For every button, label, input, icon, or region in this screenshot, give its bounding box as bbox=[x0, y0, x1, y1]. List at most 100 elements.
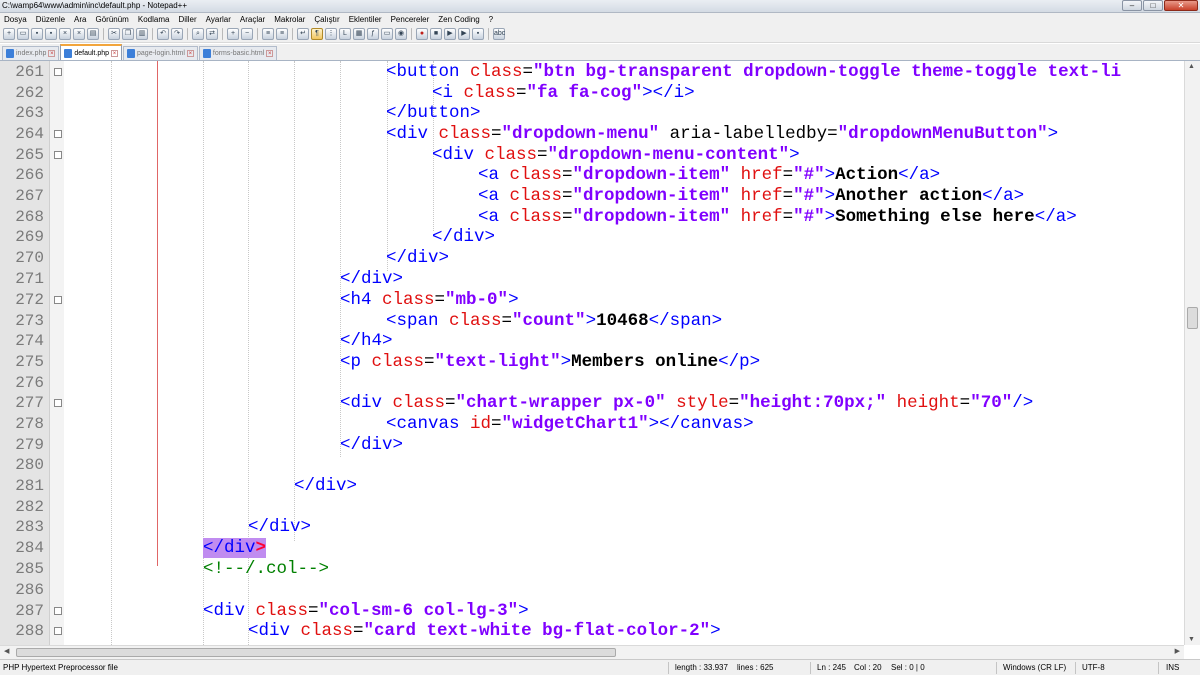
menu-kodlama[interactable]: Kodlama bbox=[138, 15, 170, 24]
html-comment: <!--/.col--> bbox=[203, 559, 330, 579]
code-line-270: 270 </div> bbox=[0, 248, 1184, 269]
scroll-right-icon[interactable]: ▶ bbox=[1175, 647, 1180, 655]
tab-close-icon[interactable]: × bbox=[266, 50, 274, 57]
record-macro-icon[interactable]: ● bbox=[416, 28, 428, 40]
play-multiple-icon[interactable]: ▶ bbox=[458, 28, 470, 40]
save-macro-icon[interactable]: ▪ bbox=[472, 28, 484, 40]
tag-close: ></i> bbox=[642, 83, 695, 103]
minimize-button[interactable]: – bbox=[1122, 0, 1142, 11]
code-line-271: 271 </div> bbox=[0, 269, 1184, 290]
equals: = bbox=[782, 186, 794, 206]
indent-guide-icon[interactable]: ⋮ bbox=[325, 28, 337, 40]
fold-toggle-icon[interactable] bbox=[54, 627, 62, 635]
scroll-down-icon[interactable]: ▼ bbox=[1188, 636, 1195, 643]
folder-workspace-icon[interactable]: ▭ bbox=[381, 28, 393, 40]
fold-toggle-icon[interactable] bbox=[54, 607, 62, 615]
monitoring-icon[interactable]: ◉ bbox=[395, 28, 407, 40]
save-icon[interactable]: ▪ bbox=[31, 28, 43, 40]
status-lines: lines : 625 bbox=[737, 663, 774, 672]
horizontal-scrollbar[interactable]: ◀ ▶ bbox=[0, 645, 1184, 659]
user-language-icon[interactable]: L bbox=[339, 28, 351, 40]
code-line-268: 268 <a class="dropdown-item" href="#">So… bbox=[0, 207, 1184, 228]
word-wrap-icon[interactable]: ↵ bbox=[297, 28, 309, 40]
status-file-type: PHP Hypertext Preprocessor file bbox=[3, 663, 119, 672]
close-file-icon[interactable]: × bbox=[59, 28, 71, 40]
fold-toggle-icon[interactable] bbox=[54, 296, 62, 304]
menu-ara[interactable]: Ara bbox=[74, 15, 86, 24]
menu-dosya[interactable]: Dosya bbox=[4, 15, 27, 24]
doc-map-icon[interactable]: ▦ bbox=[353, 28, 365, 40]
toolbar-separator bbox=[152, 28, 153, 40]
vertical-scroll-thumb[interactable] bbox=[1187, 307, 1198, 329]
cut-icon[interactable]: ✂ bbox=[108, 28, 120, 40]
tab-forms-basic-html[interactable]: forms-basic.html × bbox=[198, 46, 278, 60]
redo-icon[interactable]: ↷ bbox=[171, 28, 183, 40]
new-file-icon[interactable]: + bbox=[3, 28, 15, 40]
sync-scroll-v-icon[interactable]: ≡ bbox=[262, 28, 274, 40]
code-text: <div class="card text-white bg-flat-colo… bbox=[248, 621, 721, 642]
tab-default-php[interactable]: default.php × bbox=[60, 44, 123, 60]
menu-help[interactable]: ? bbox=[489, 15, 493, 24]
spell-check-icon[interactable]: abc bbox=[493, 28, 505, 40]
menu-eklentiler[interactable]: Eklentiler bbox=[349, 15, 382, 24]
play-macro-icon[interactable]: ▶ bbox=[444, 28, 456, 40]
menu-pencereler[interactable]: Pencereler bbox=[391, 15, 430, 24]
save-all-icon[interactable]: ▪ bbox=[45, 28, 57, 40]
line-number: 284 bbox=[15, 539, 44, 557]
toolbar-separator bbox=[257, 28, 258, 40]
fold-toggle-icon[interactable] bbox=[54, 68, 62, 76]
close-button[interactable]: ✕ bbox=[1164, 0, 1198, 11]
undo-icon[interactable]: ↶ bbox=[157, 28, 169, 40]
status-line-number: Ln : 245 bbox=[817, 663, 846, 672]
attr-name: class bbox=[449, 311, 502, 331]
menu-gorunum[interactable]: Görünüm bbox=[96, 15, 129, 24]
fold-toggle-icon[interactable] bbox=[54, 399, 62, 407]
tab-index-php[interactable]: index.php × bbox=[2, 46, 60, 60]
attr-value: "chart-wrapper px-0" bbox=[455, 393, 666, 413]
fold-toggle-icon[interactable] bbox=[54, 151, 62, 159]
equals: = bbox=[537, 145, 548, 165]
function-list-icon[interactable]: ƒ bbox=[367, 28, 379, 40]
tab-close-icon[interactable]: × bbox=[186, 50, 194, 57]
tag-open: <i bbox=[432, 83, 464, 103]
open-file-icon[interactable]: ▭ bbox=[17, 28, 29, 40]
scroll-up-icon[interactable]: ▲ bbox=[1188, 63, 1195, 70]
line-number: 275 bbox=[15, 353, 44, 371]
zoom-in-icon[interactable]: + bbox=[227, 28, 239, 40]
show-all-chars-icon[interactable]: ¶ bbox=[311, 28, 323, 40]
menu-ayarlar[interactable]: Ayarlar bbox=[206, 15, 231, 24]
code-editor[interactable]: 261 <button class="btn bg-transparent dr… bbox=[0, 61, 1184, 645]
menu-diller[interactable]: Diller bbox=[178, 15, 196, 24]
attr-value: "dropdown-item" bbox=[572, 186, 731, 206]
horizontal-scroll-thumb[interactable] bbox=[16, 648, 616, 657]
sync-scroll-h-icon[interactable]: ≡ bbox=[276, 28, 288, 40]
menu-araclar[interactable]: Araçlar bbox=[240, 15, 265, 24]
tag-close: > bbox=[518, 601, 529, 621]
attr-name: height bbox=[886, 393, 960, 413]
attr-value: "dropdown-menu" bbox=[501, 124, 660, 144]
code-line-285: 285 <!--/.col--> bbox=[0, 559, 1184, 580]
code-line-276: 276 bbox=[0, 373, 1184, 394]
scroll-left-icon[interactable]: ◀ bbox=[4, 647, 9, 655]
print-icon[interactable]: ▤ bbox=[87, 28, 99, 40]
stop-macro-icon[interactable]: ■ bbox=[430, 28, 442, 40]
replace-icon[interactable]: ⇄ bbox=[206, 28, 218, 40]
vertical-scrollbar[interactable]: ▲ ▼ bbox=[1184, 61, 1200, 645]
tab-page-login-html[interactable]: page-login.html × bbox=[123, 46, 198, 60]
copy-icon[interactable]: ❐ bbox=[122, 28, 134, 40]
close-all-icon[interactable]: × bbox=[73, 28, 85, 40]
find-icon[interactable]: ⌕ bbox=[192, 28, 204, 40]
maximize-button[interactable]: □ bbox=[1143, 0, 1163, 11]
tab-close-icon[interactable]: × bbox=[111, 49, 119, 57]
tag-close: > bbox=[789, 145, 800, 165]
menu-makrolar[interactable]: Makrolar bbox=[274, 15, 305, 24]
equals: = bbox=[491, 124, 502, 144]
attr-name: href bbox=[730, 165, 783, 185]
fold-toggle-icon[interactable] bbox=[54, 130, 62, 138]
tab-close-icon[interactable]: × bbox=[48, 50, 56, 57]
menu-zen-coding[interactable]: Zen Coding bbox=[438, 15, 479, 24]
paste-icon[interactable]: ▥ bbox=[136, 28, 148, 40]
menu-duzenle[interactable]: Düzenle bbox=[36, 15, 65, 24]
zoom-out-icon[interactable]: − bbox=[241, 28, 253, 40]
menu-calistir[interactable]: Çalıştır bbox=[314, 15, 339, 24]
